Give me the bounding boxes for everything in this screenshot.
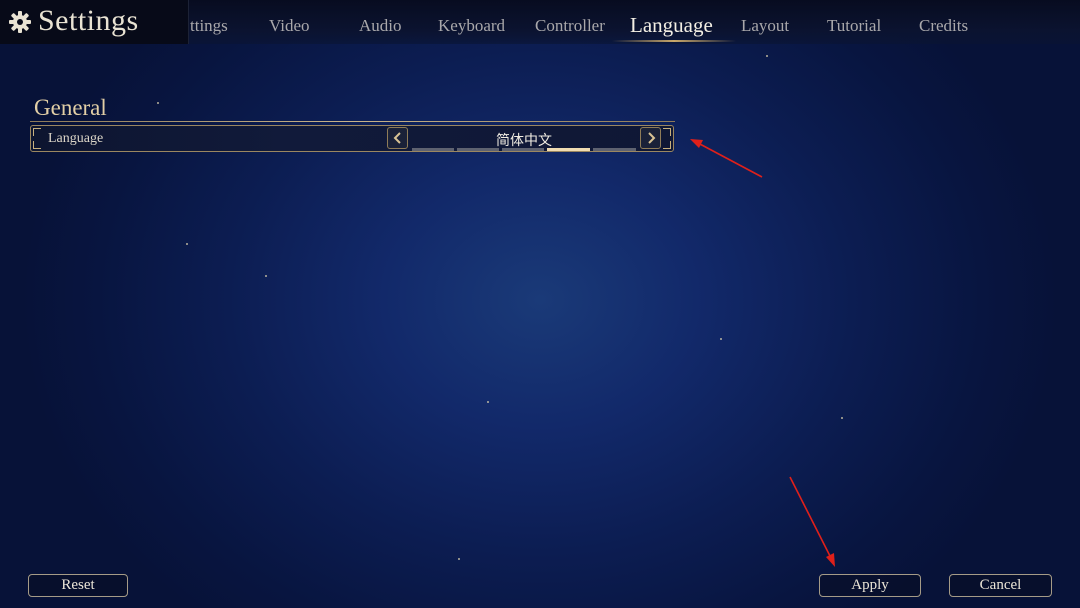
annotation-arrow-language (697, 142, 763, 178)
annotation-overlay (690, 139, 835, 567)
arrowhead (826, 553, 835, 567)
arrowhead (690, 139, 703, 148)
annotation-arrow-apply (789, 476, 832, 559)
